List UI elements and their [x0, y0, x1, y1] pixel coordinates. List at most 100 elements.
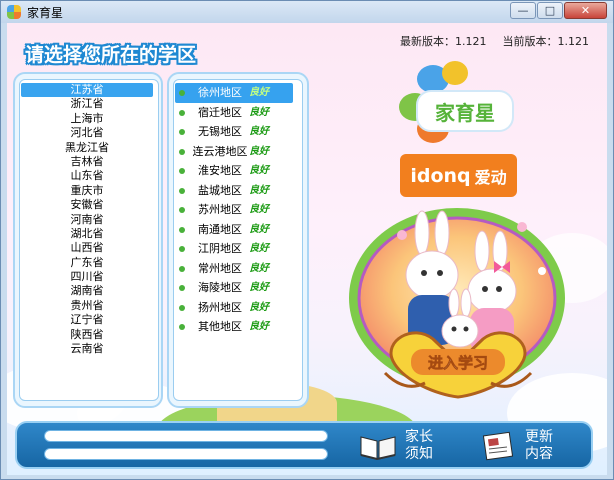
region-status-tag: 良好	[249, 282, 269, 293]
province-item[interactable]: 重庆市	[21, 184, 153, 198]
province-item[interactable]: 山东省	[21, 169, 153, 183]
region-name: 海陵地区	[198, 281, 242, 294]
bullet-icon	[179, 187, 185, 194]
bullet-icon	[179, 324, 185, 330]
region-name: 江阴地区	[198, 242, 242, 255]
province-item[interactable]: 浙江省	[21, 97, 153, 111]
region-status-tag: 良好	[249, 165, 269, 176]
minimize-icon: —	[517, 4, 529, 17]
minimize-button[interactable]: —	[510, 2, 536, 19]
province-item[interactable]: 吉林省	[21, 155, 153, 169]
province-item[interactable]: 黑龙江省	[21, 141, 153, 155]
bottom-toolbar: 家长 须知 更新 内容	[15, 421, 593, 469]
bullet-icon	[179, 148, 185, 155]
region-status-tag: 良好	[249, 87, 269, 98]
bullet-icon	[179, 168, 185, 174]
province-item[interactable]: 山西省	[21, 241, 153, 255]
region-name: 南通地区	[198, 222, 242, 236]
region-status-tag: 良好	[249, 184, 269, 196]
province-item[interactable]: 湖南省	[21, 284, 153, 298]
region-status-tag: 良好	[249, 106, 269, 118]
province-item[interactable]: 陕西省	[21, 328, 153, 342]
province-item[interactable]: 河北省	[21, 126, 153, 140]
region-status-tag: 良好	[249, 145, 269, 157]
province-item[interactable]: 四川省	[21, 270, 153, 284]
idong-cn-text: 爱动	[474, 167, 507, 187]
maximize-button[interactable]: □	[537, 2, 563, 19]
region-item[interactable]: 徐州地区 良好	[175, 83, 293, 103]
region-name: 扬州地区	[198, 300, 242, 314]
region-name: 淮安地区	[198, 164, 242, 177]
close-icon: ✕	[580, 4, 591, 17]
bullet-icon	[179, 207, 185, 213]
region-status-tag: 良好	[249, 204, 269, 215]
province-item[interactable]: 云南省	[21, 342, 153, 356]
parent-notice-button[interactable]: 家长 须知	[359, 426, 435, 466]
bullet-icon	[179, 265, 185, 272]
region-item[interactable]: 淮安地区 良好	[175, 161, 293, 181]
latest-version: 最新版本：1.121	[400, 35, 487, 48]
jiayuxing-logo: 家育星	[399, 61, 514, 143]
province-item[interactable]: 江苏省	[21, 83, 153, 98]
region-item[interactable]: 宿迁地区 良好	[175, 103, 293, 123]
enter-study-button[interactable]: 进入学习	[383, 323, 533, 399]
update-label-2: 内容	[525, 446, 553, 462]
province-item[interactable]: 上海市	[21, 112, 153, 126]
bullet-icon	[179, 129, 185, 135]
province-item[interactable]: 河南省	[21, 213, 153, 227]
page-title: 请选择您所在的学区	[25, 44, 197, 66]
title-bar[interactable]: 家育星 — □ ✕	[1, 1, 613, 23]
region-name: 徐州地区	[198, 86, 242, 99]
app-icon	[7, 5, 21, 19]
region-item[interactable]: 常州地区 良好	[175, 259, 293, 279]
idong-text: idonq	[410, 164, 471, 187]
region-name: 盐城地区	[198, 183, 242, 197]
region-name: 其他地区	[198, 320, 242, 333]
progress-bar-1	[44, 430, 328, 442]
idong-logo: idonq 爱动	[400, 154, 517, 197]
region-item[interactable]: 扬州地区 良好	[175, 298, 293, 318]
bullet-icon	[179, 285, 185, 291]
svg-text:进入学习: 进入学习	[428, 354, 488, 372]
province-item[interactable]: 广东省	[21, 256, 153, 270]
region-item[interactable]: 海陵地区 良好	[175, 278, 293, 298]
bullet-icon	[179, 226, 185, 233]
region-status-tag: 良好	[249, 262, 269, 274]
region-item[interactable]: 盐城地区 良好	[175, 181, 293, 201]
region-name: 苏州地区	[198, 203, 242, 216]
newspaper-icon	[482, 431, 514, 461]
svg-text:家育星: 家育星	[435, 101, 495, 125]
province-item[interactable]: 贵州省	[21, 299, 153, 313]
parent-notice-label-2: 须知	[405, 446, 433, 462]
region-item[interactable]: 无锡地区 良好	[175, 122, 293, 142]
province-item[interactable]: 湖北省	[21, 227, 153, 241]
region-item[interactable]: 其他地区 良好	[175, 317, 293, 337]
region-status-tag: 良好	[249, 223, 269, 235]
region-status-tag: 良好	[249, 301, 269, 313]
region-name: 宿迁地区	[198, 105, 242, 119]
region-list[interactable]: 徐州地区 良好 宿迁地区 良好 无锡地区 良好 连云港地区 良好 淮安地区 良好 盐城地区 良好 苏州地…	[175, 83, 293, 403]
region-name: 连云港地区	[192, 144, 248, 158]
region-item[interactable]: 南通地区 良好	[175, 220, 293, 240]
book-icon	[360, 436, 396, 461]
close-button[interactable]: ✕	[564, 2, 607, 19]
province-item[interactable]: 辽宁省	[21, 313, 153, 327]
province-list[interactable]: 江苏省 浙江省 上海市 河北省 黑龙江省 吉林省 山东省 重庆市 安徽省 河南省 湖北省 山西省 广东省…	[21, 83, 153, 403]
region-name: 常州地区	[198, 261, 242, 275]
version-info: 最新版本：1.121 当前版本：1.121	[400, 33, 589, 49]
heart-button-shape: 进入学习	[383, 331, 533, 399]
region-item[interactable]: 江阴地区 良好	[175, 239, 293, 259]
current-version: 当前版本：1.121	[502, 35, 590, 48]
region-item[interactable]: 连云港地区 良好	[175, 142, 293, 162]
parent-notice-label-1: 家长	[405, 429, 433, 445]
window-title: 家育星	[27, 5, 64, 20]
bullet-icon	[179, 304, 185, 311]
bullet-icon	[179, 109, 185, 116]
app-window: 家育星 — □ ✕ 最新版本：1.121 当前版本：1.121 请选择您所在的学…	[0, 0, 614, 480]
region-item[interactable]: 苏州地区 良好	[175, 200, 293, 220]
progress-bar-2	[44, 448, 328, 460]
region-name: 无锡地区	[198, 125, 242, 138]
update-content-button[interactable]: 更新 内容	[479, 426, 555, 466]
province-item[interactable]: 安徽省	[21, 198, 153, 212]
bullet-icon	[179, 246, 185, 252]
